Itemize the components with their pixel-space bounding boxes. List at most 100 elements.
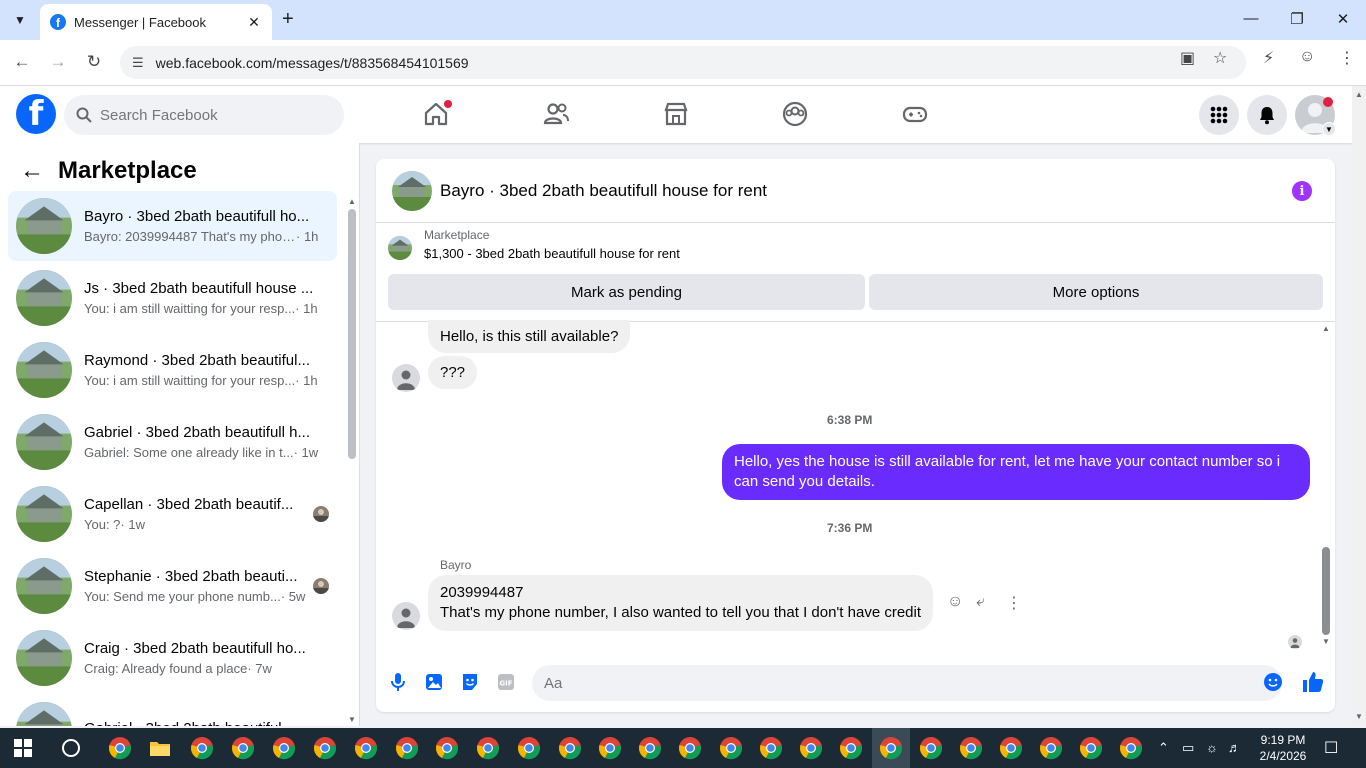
chrome-icon[interactable]: [395, 736, 419, 760]
chrome-icon[interactable]: [959, 736, 983, 760]
scroll-up-arrow-icon[interactable]: ▲: [348, 197, 356, 206]
sender-avatar[interactable]: [392, 364, 420, 392]
friends-icon[interactable]: [542, 100, 570, 128]
sticker-icon[interactable]: [460, 672, 480, 692]
chrome-icon[interactable]: [919, 736, 943, 760]
tab-close-icon[interactable]: ✕: [246, 14, 262, 31]
incoming-message[interactable]: 2039994487 That's my phone number, I als…: [428, 575, 934, 631]
chrome-icon[interactable]: [313, 736, 337, 760]
emoji-icon[interactable]: [1263, 672, 1283, 692]
chrome-icon[interactable]: [354, 736, 378, 760]
battery-icon[interactable]: ▭: [1182, 740, 1194, 756]
chrome-icon[interactable]: [839, 736, 863, 760]
chat-title[interactable]: Bayro · 3bed 2bath beautifull house for …: [440, 181, 767, 201]
profile-icon[interactable]: ☺: [1299, 48, 1315, 66]
restore-icon[interactable]: ❐: [1287, 10, 1307, 28]
scroll-down-arrow-icon[interactable]: ▼: [1355, 712, 1363, 721]
thumbs-up-icon[interactable]: [1301, 670, 1325, 694]
chrome-icon[interactable]: [435, 736, 459, 760]
reload-icon[interactable]: ↻: [84, 52, 104, 72]
wifi-icon[interactable]: ☼: [1206, 740, 1218, 755]
new-tab-plus-icon[interactable]: +: [282, 9, 294, 29]
conversation-item[interactable]: Craig · 3bed 2bath beautifull ho... Craig…: [8, 623, 337, 693]
mark-as-pending-button[interactable]: Mark as pending: [388, 274, 865, 310]
volume-icon[interactable]: ♬: [1228, 740, 1241, 755]
message-input-box[interactable]: [532, 665, 1282, 701]
conversation-item[interactable]: Stephanie · 3bed 2bath beauti... You: Sen…: [8, 551, 337, 621]
page-scrollbar[interactable]: ▲ ▼: [1352, 86, 1366, 726]
conversation-item[interactable]: Capellan · 3bed 2bath beautif... You: ? · …: [8, 479, 337, 549]
site-info-icon[interactable]: ☰: [132, 55, 144, 71]
outgoing-message[interactable]: Hello, yes the house is still available …: [722, 444, 1310, 500]
chrome-icon[interactable]: [999, 736, 1023, 760]
chrome-icon[interactable]: [558, 736, 582, 760]
chrome-icon[interactable]: [678, 736, 702, 760]
account-chevron-down-icon[interactable]: ▼: [1322, 122, 1336, 136]
taskbar-clock[interactable]: 9:19 PM 2/4/2026: [1258, 732, 1308, 764]
notifications-bell-icon[interactable]: [1247, 95, 1287, 135]
chrome-icon[interactable]: [598, 736, 622, 760]
marketplace-icon[interactable]: [662, 100, 690, 128]
chrome-icon[interactable]: [1079, 736, 1103, 760]
chrome-icon[interactable]: [1119, 736, 1143, 760]
react-emoji-icon[interactable]: ☺: [947, 593, 963, 611]
browser-tab[interactable]: f Messenger | Facebook ✕: [40, 4, 272, 40]
chrome-icon[interactable]: [879, 736, 903, 760]
gif-icon[interactable]: GIF: [496, 672, 516, 692]
chrome-icon[interactable]: [1039, 736, 1063, 760]
scroll-down-arrow-icon[interactable]: ▼: [348, 715, 356, 724]
more-actions-icon[interactable]: ⋮: [1006, 593, 1022, 613]
reply-icon[interactable]: ⤶: [976, 593, 985, 611]
windows-start-icon[interactable]: [14, 739, 32, 762]
notification-center-icon[interactable]: ☐: [1324, 738, 1338, 758]
chrome-icon[interactable]: [272, 736, 296, 760]
chrome-icon[interactable]: [638, 736, 662, 760]
chrome-icon[interactable]: [799, 736, 823, 760]
tab-search-chevron-icon[interactable]: ▼: [8, 8, 32, 32]
chat-scrollbar[interactable]: [1322, 547, 1330, 635]
back-arrow-icon[interactable]: ←: [12, 52, 32, 72]
listing-thumbnail[interactable]: [392, 170, 432, 211]
chrome-icon[interactable]: [476, 736, 500, 760]
bookmark-star-icon[interactable]: ☆: [1213, 48, 1227, 68]
tray-chevron-up-icon[interactable]: ⌃: [1158, 740, 1169, 756]
back-arrow-icon[interactable]: ←: [20, 157, 44, 185]
chrome-icon[interactable]: [719, 736, 743, 760]
conversation-item[interactable]: Gabriel · 3bed 2bath beautiful...: [8, 695, 337, 726]
scroll-up-arrow-icon[interactable]: ▲: [1322, 324, 1330, 333]
chrome-icon[interactable]: [190, 736, 214, 760]
conversation-item[interactable]: Raymond · 3bed 2bath beautiful... You: i …: [8, 335, 337, 405]
url-omnibox[interactable]: ☰ web.facebook.com/messages/t/8835684541…: [120, 46, 1246, 79]
conversation-item[interactable]: Gabriel · 3bed 2bath beautifull h... Gabr…: [8, 407, 337, 477]
chrome-icon[interactable]: [108, 736, 132, 760]
message-input[interactable]: [544, 674, 1234, 692]
menu-grid-icon[interactable]: [1199, 95, 1239, 135]
more-options-button[interactable]: More options: [869, 274, 1323, 310]
minimize-icon[interactable]: —: [1241, 10, 1261, 27]
scroll-up-arrow-icon[interactable]: ▲: [1355, 90, 1363, 99]
conversation-item[interactable]: Js · 3bed 2bath beautifull house ... You:…: [8, 263, 337, 333]
photo-icon[interactable]: [424, 672, 444, 692]
conversation-item[interactable]: Bayro · 3bed 2bath beautifull ho... Bayro…: [8, 191, 337, 261]
chrome-icon[interactable]: [517, 736, 541, 760]
extensions-icon[interactable]: ⚡: [1263, 48, 1274, 68]
incoming-message[interactable]: ???: [428, 356, 478, 389]
sender-avatar[interactable]: [392, 602, 420, 630]
chrome-icon[interactable]: [231, 736, 255, 760]
groups-icon[interactable]: [781, 100, 809, 128]
info-icon[interactable]: i: [1292, 181, 1312, 201]
facebook-logo-icon[interactable]: f: [16, 94, 56, 134]
microphone-icon[interactable]: [388, 672, 408, 692]
taskbar-search-icon[interactable]: [62, 739, 80, 757]
chrome-icon[interactable]: [759, 736, 783, 760]
scroll-down-arrow-icon[interactable]: ▼: [1322, 637, 1330, 646]
gaming-icon[interactable]: [901, 100, 929, 128]
marketplace-listing-bar[interactable]: Marketplace $1,300 - 3bed 2bath beautifu…: [388, 228, 680, 261]
browser-menu-icon[interactable]: ⋮: [1339, 48, 1355, 68]
search-input[interactable]: [100, 106, 320, 124]
home-icon[interactable]: [422, 100, 452, 128]
install-app-icon[interactable]: ▣: [1180, 48, 1195, 68]
window-close-icon[interactable]: ✕: [1333, 10, 1353, 28]
forward-arrow-icon[interactable]: →: [48, 52, 68, 72]
conversation-list-scrollbar[interactable]: [348, 209, 356, 459]
